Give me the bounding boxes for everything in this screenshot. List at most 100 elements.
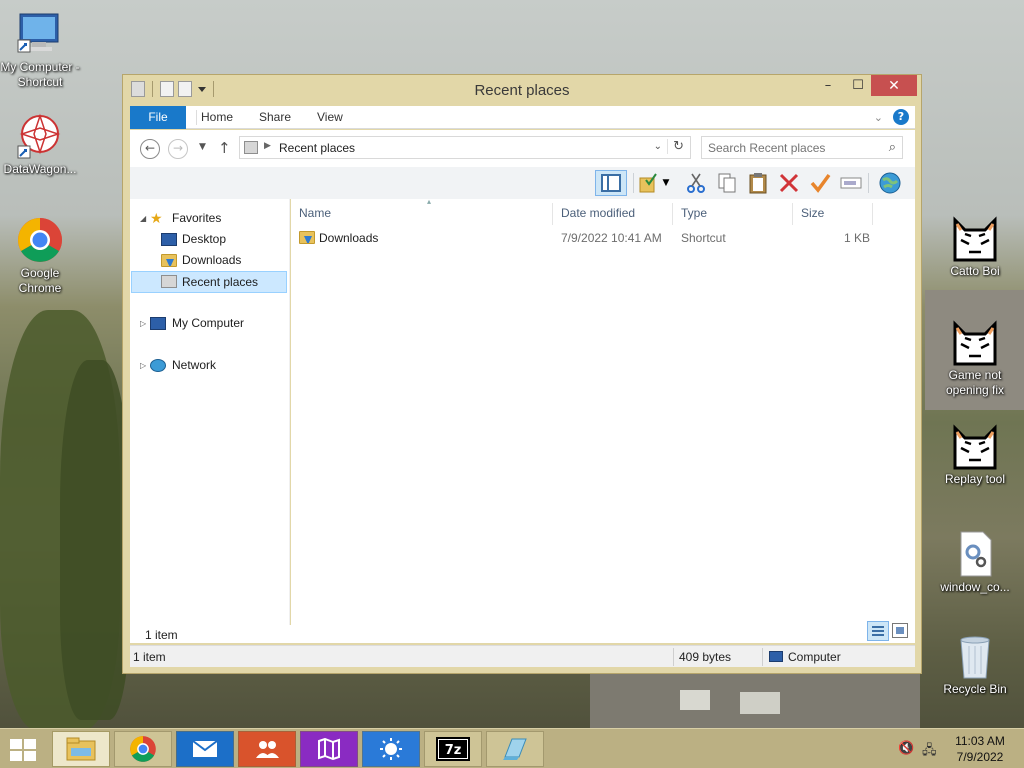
- copy-button[interactable]: [714, 170, 740, 196]
- tree-item-my-computer[interactable]: ▷ My Computer: [130, 313, 288, 334]
- chrome-icon: [130, 736, 156, 762]
- taskbar-app[interactable]: [486, 731, 544, 767]
- rename-button[interactable]: [838, 170, 864, 196]
- up-button[interactable]: ↑: [218, 139, 231, 157]
- desktop-icon-label: Catto Boi: [950, 264, 1000, 278]
- ribbon-controls: ⌄ ?: [874, 109, 909, 125]
- delete-icon: [779, 173, 799, 193]
- taskbar-people[interactable]: [238, 731, 296, 767]
- help-icon[interactable]: ?: [893, 109, 909, 125]
- expand-arrow-icon[interactable]: ▷: [140, 313, 146, 334]
- volume-muted-icon[interactable]: 🔇: [898, 741, 914, 756]
- downloads-folder-icon: [161, 254, 177, 267]
- globe-icon: [879, 172, 901, 194]
- computer-icon: [16, 10, 64, 58]
- navigation-pane: ◢ ★ Favorites Desktop Downloads Recent p…: [130, 199, 290, 625]
- taskbar-mail[interactable]: [176, 731, 234, 767]
- file-name: Downloads: [319, 231, 379, 245]
- search-input[interactable]: [708, 138, 878, 158]
- recent-locations-icon[interactable]: ▼: [199, 142, 206, 152]
- taskbar-weather[interactable]: [362, 731, 420, 767]
- taskbar-chrome[interactable]: [114, 731, 172, 767]
- divider: [633, 173, 634, 193]
- breadcrumb-arrow-icon[interactable]: ▶: [264, 141, 271, 151]
- desktop-icon: [161, 233, 177, 246]
- desktop-icon-label: My Computer - Shortcut: [0, 60, 80, 89]
- notepad-icon: [503, 738, 527, 760]
- column-header-type[interactable]: Type: [673, 203, 793, 225]
- forward-button[interactable]: →: [168, 139, 188, 159]
- large-icons-view-button[interactable]: [892, 623, 908, 638]
- windows-logo-icon: [10, 751, 22, 761]
- cat-icon: [951, 318, 999, 366]
- computer-icon: [150, 317, 166, 330]
- tab-home[interactable]: Home: [201, 106, 233, 129]
- paste-button[interactable]: [745, 170, 771, 196]
- title-bar[interactable]: Recent places – ☐ ✕: [123, 75, 921, 105]
- rename-check-button[interactable]: [807, 170, 833, 196]
- windows-logo-icon: [10, 739, 22, 749]
- network-tray-icon[interactable]: 🖧: [922, 741, 937, 763]
- cut-button[interactable]: [683, 170, 709, 196]
- tree-item-favorites[interactable]: ◢ ★ Favorites: [130, 208, 288, 229]
- tree-label: Network: [172, 358, 217, 372]
- details-view-button[interactable]: [867, 621, 889, 641]
- desktop-icon-window-config[interactable]: window_co...: [935, 530, 1015, 595]
- tab-view[interactable]: View: [317, 106, 343, 129]
- desktop-icon-recycle-bin[interactable]: Recycle Bin: [935, 632, 1015, 697]
- search-box[interactable]: ⌕: [701, 136, 903, 159]
- back-button[interactable]: ←: [140, 139, 160, 159]
- tree-label: Desktop: [182, 232, 227, 246]
- column-header-size[interactable]: Size: [793, 203, 873, 225]
- desktop-icon-label: Replay tool: [944, 472, 1006, 486]
- ribbon-tabs: File Home Share View ⌄ ?: [130, 106, 915, 129]
- delete-button[interactable]: [776, 170, 802, 196]
- desktop-icon-catto-boi[interactable]: Catto Boi: [935, 214, 1015, 279]
- desktop-icon-label: Google Chrome: [18, 266, 62, 295]
- preview-pane-icon: [601, 174, 621, 192]
- desktop-icon-datawagon[interactable]: DataWagon...: [0, 112, 80, 177]
- tree-label: My Computer: [172, 316, 245, 330]
- tree-item-network[interactable]: ▷ Network: [130, 355, 288, 376]
- preview-pane-button[interactable]: [595, 170, 627, 196]
- taskbar-file-explorer[interactable]: [52, 731, 110, 767]
- wallpaper-car: [680, 690, 710, 710]
- maximize-button[interactable]: ☐: [843, 75, 873, 96]
- select-dropdown-icon[interactable]: ▼: [658, 170, 674, 196]
- refresh-icon[interactable]: ↻: [667, 139, 684, 154]
- address-bar[interactable]: ▶ Recent places ⌄ ↻: [239, 136, 691, 159]
- tree-item-desktop[interactable]: Desktop: [130, 229, 288, 250]
- address-dropdown-icon[interactable]: ⌄: [654, 141, 662, 152]
- taskbar-7zip[interactable]: 7z: [424, 731, 482, 767]
- expand-ribbon-icon[interactable]: ⌄: [874, 111, 883, 124]
- command-toolbar: ▼: [130, 167, 915, 199]
- item-count-bar: 1 item: [130, 621, 915, 643]
- tree-item-recent-places[interactable]: Recent places: [131, 271, 287, 293]
- tree-item-downloads[interactable]: Downloads: [130, 250, 288, 271]
- explorer-window[interactable]: Recent places – ☐ ✕ File Home Share View…: [122, 74, 922, 674]
- tab-file[interactable]: File: [130, 106, 186, 129]
- taskbar-maps[interactable]: [300, 731, 358, 767]
- expand-arrow-icon[interactable]: ▷: [140, 355, 146, 376]
- address-text: Recent places: [279, 141, 356, 155]
- desktop-icon-replay-tool[interactable]: Replay tool: [935, 422, 1015, 487]
- desktop-icon-chrome[interactable]: Google Chrome: [0, 216, 80, 296]
- people-icon: [256, 741, 279, 758]
- start-button[interactable]: [10, 739, 38, 761]
- tree-label: Favorites: [172, 211, 222, 225]
- desktop-icon-label: DataWagon...: [3, 162, 77, 176]
- column-header-date-modified[interactable]: Date modified: [553, 203, 673, 225]
- paste-icon: [749, 173, 767, 194]
- column-header-name[interactable]: Name: [291, 203, 553, 225]
- file-size: 1 KB: [844, 231, 871, 245]
- desktop-icon-game-not-opening-fix[interactable]: Game not opening fix: [935, 318, 1015, 398]
- collapse-arrow-icon[interactable]: ◢: [140, 208, 146, 229]
- network-globe-button[interactable]: [877, 170, 903, 196]
- tab-share[interactable]: Share: [259, 106, 291, 129]
- desktop-icon-my-computer[interactable]: My Computer - Shortcut: [0, 10, 80, 90]
- file-row[interactable]: Downloads 7/9/2022 10:41 AM Shortcut 1 K…: [299, 227, 879, 249]
- minimize-button[interactable]: –: [813, 75, 843, 96]
- search-icon[interactable]: ⌕: [889, 140, 896, 155]
- close-button[interactable]: ✕: [871, 75, 917, 96]
- clock[interactable]: 11:03 AM 7/9/2022: [950, 733, 1010, 765]
